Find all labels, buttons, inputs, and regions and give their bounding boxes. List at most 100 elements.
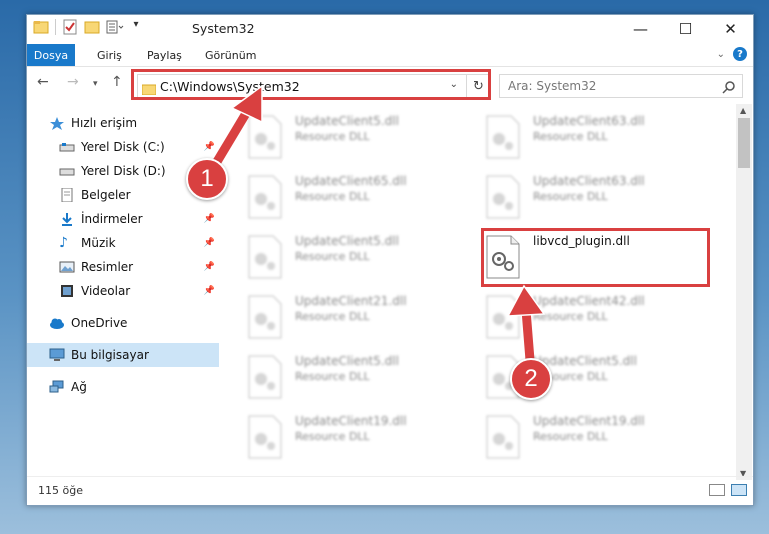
vertical-scrollbar[interactable]: ▲ ▼ bbox=[736, 104, 752, 480]
pin-icon[interactable]: 📌 bbox=[204, 238, 215, 248]
file-item[interactable]: UpdateClient42.dll Resource DLL bbox=[485, 291, 715, 347]
sidebar-item-label: OneDrive bbox=[71, 316, 128, 330]
tab-view[interactable]: Görünüm bbox=[195, 44, 266, 66]
step-two-badge: 2 bbox=[510, 358, 552, 400]
customize-toolbar-icon[interactable]: ▾ bbox=[128, 19, 144, 35]
drive-icon bbox=[59, 164, 75, 178]
file-name: UpdateClient63.dll bbox=[533, 174, 645, 188]
music-icon: ♪ bbox=[59, 235, 68, 251]
tab-home[interactable]: Giriş bbox=[87, 44, 132, 66]
file-name: UpdateClient21.dll bbox=[295, 294, 407, 308]
pin-icon[interactable]: 📌 bbox=[204, 262, 215, 272]
address-bar-highlight bbox=[131, 69, 491, 100]
tab-share[interactable]: Paylaş bbox=[137, 44, 192, 66]
view-options-icon[interactable] bbox=[106, 19, 124, 35]
file-item[interactable]: UpdateClient19.dll Resource DLL bbox=[485, 411, 715, 467]
step-one-badge: 1 bbox=[186, 158, 228, 200]
forward-arrow-icon[interactable]: → bbox=[67, 74, 79, 90]
dll-file-icon bbox=[247, 295, 283, 339]
pin-icon[interactable]: 📌 bbox=[204, 214, 215, 224]
file-type: Resource DLL bbox=[533, 190, 608, 203]
sidebar-item-label: Belgeler bbox=[81, 188, 131, 202]
file-list: UpdateClient5.dll Resource DLL UpdateCli… bbox=[237, 105, 737, 477]
sidebar-item-downloads[interactable]: İndirmeler 📌 bbox=[27, 207, 219, 231]
dll-file-icon bbox=[247, 175, 283, 219]
file-item[interactable]: UpdateClient5.dll Resource DLL bbox=[247, 231, 477, 287]
sidebar-item-label: Yerel Disk (D:) bbox=[81, 164, 166, 178]
maximize-button[interactable]: ☐ bbox=[663, 15, 708, 43]
pictures-icon bbox=[59, 260, 75, 274]
file-name: UpdateClient5.dll bbox=[295, 234, 399, 248]
file-type: Resource DLL bbox=[295, 130, 370, 143]
file-type: Resource DLL bbox=[533, 130, 608, 143]
file-item[interactable]: UpdateClient5.dll Resource DLL bbox=[247, 351, 477, 407]
scroll-thumb[interactable] bbox=[738, 118, 750, 168]
folder-icon[interactable] bbox=[33, 19, 49, 35]
help-icon[interactable]: ? bbox=[733, 47, 747, 61]
pin-icon[interactable]: 📌 bbox=[204, 286, 215, 296]
sidebar-item-onedrive[interactable]: OneDrive bbox=[27, 311, 219, 335]
sidebar-item-label: Ağ bbox=[71, 380, 87, 394]
computer-icon bbox=[49, 348, 65, 362]
dll-file-icon bbox=[247, 355, 283, 399]
sidebar-item-this-pc[interactable]: Bu bilgisayar bbox=[27, 343, 219, 367]
sidebar-item-label: Yerel Disk (C:) bbox=[81, 140, 165, 154]
drive-icon bbox=[59, 140, 75, 154]
dll-file-icon bbox=[485, 415, 521, 459]
ribbon-tabs: Dosya Giriş Paylaş Görünüm ⌄ ? bbox=[27, 44, 753, 67]
sidebar-item-label: Videolar bbox=[81, 284, 131, 298]
recent-locations-icon[interactable]: ▾ bbox=[93, 79, 98, 89]
navigation-pane: Hızlı erişim Yerel Disk (C:) 📌 Yerel Dis… bbox=[27, 105, 219, 475]
file-type: Resource DLL bbox=[533, 430, 608, 443]
documents-icon bbox=[59, 187, 75, 203]
file-name: UpdateClient42.dll bbox=[533, 294, 645, 308]
new-folder-icon[interactable] bbox=[84, 19, 100, 35]
tab-file[interactable]: Dosya bbox=[27, 44, 75, 66]
sidebar-item-disk-c[interactable]: Yerel Disk (C:) 📌 bbox=[27, 135, 219, 159]
sidebar-item-label: Müzik bbox=[81, 236, 116, 250]
large-icons-view-icon[interactable] bbox=[731, 484, 747, 496]
sidebar-item-pictures[interactable]: Resimler 📌 bbox=[27, 255, 219, 279]
up-arrow-icon[interactable]: ↑ bbox=[111, 74, 123, 90]
file-type: Resource DLL bbox=[533, 310, 608, 323]
cloud-icon bbox=[49, 316, 65, 330]
network-icon bbox=[49, 380, 65, 394]
sidebar-item-videos[interactable]: Videolar 📌 bbox=[27, 279, 219, 303]
file-item[interactable]: UpdateClient65.dll Resource DLL bbox=[247, 171, 477, 227]
properties-icon[interactable] bbox=[62, 19, 78, 35]
file-item[interactable]: UpdateClient21.dll Resource DLL bbox=[247, 291, 477, 347]
scroll-up-icon[interactable]: ▲ bbox=[740, 106, 746, 115]
item-count: 115 öğe bbox=[38, 484, 83, 497]
close-button[interactable]: ✕ bbox=[708, 15, 753, 43]
title-bar: ▾ System32 — ☐ ✕ bbox=[27, 15, 753, 44]
sidebar-item-label: İndirmeler bbox=[81, 212, 143, 226]
file-type: Resource DLL bbox=[295, 250, 370, 263]
search-icon bbox=[722, 79, 736, 98]
sidebar-item-label: Resimler bbox=[81, 260, 134, 274]
file-item[interactable]: UpdateClient5.dll Resource DLL bbox=[247, 111, 477, 167]
search-placeholder: Ara: System32 bbox=[508, 79, 597, 93]
file-name: UpdateClient5.dll bbox=[533, 354, 637, 368]
sidebar-item-label: Bu bilgisayar bbox=[71, 348, 149, 362]
expand-ribbon-icon[interactable]: ⌄ bbox=[717, 49, 725, 60]
star-icon bbox=[49, 116, 65, 130]
quick-access-toolbar: ▾ bbox=[33, 19, 144, 35]
sidebar-item-network[interactable]: Ağ bbox=[27, 375, 219, 399]
details-view-icon[interactable] bbox=[709, 484, 725, 496]
pin-icon[interactable]: 📌 bbox=[204, 142, 215, 152]
file-item[interactable]: UpdateClient63.dll Resource DLL bbox=[485, 171, 715, 227]
file-name: UpdateClient19.dll bbox=[533, 414, 645, 428]
back-arrow-icon[interactable]: ← bbox=[37, 74, 49, 90]
dll-file-icon bbox=[485, 115, 521, 159]
sidebar-item-music[interactable]: ♪ Müzik 📌 bbox=[27, 231, 219, 255]
file-item[interactable]: UpdateClient19.dll Resource DLL bbox=[247, 411, 477, 467]
file-item[interactable]: UpdateClient63.dll Resource DLL bbox=[485, 111, 715, 167]
dll-file-icon bbox=[247, 115, 283, 159]
sidebar-item-quick-access[interactable]: Hızlı erişim bbox=[27, 111, 219, 135]
dll-file-icon bbox=[247, 415, 283, 459]
file-type: Resource DLL bbox=[295, 370, 370, 383]
search-input[interactable]: Ara: System32 bbox=[499, 74, 743, 98]
file-name: UpdateClient5.dll bbox=[295, 114, 399, 128]
file-highlight bbox=[481, 228, 710, 287]
minimize-button[interactable]: — bbox=[618, 15, 663, 43]
